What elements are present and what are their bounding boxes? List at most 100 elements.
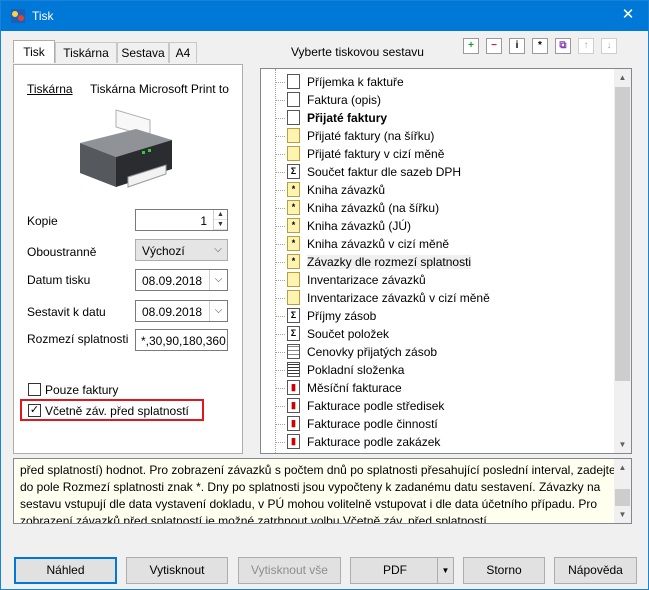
- report-yellow-icon: [287, 290, 300, 305]
- tab-a4[interactable]: A4: [169, 42, 197, 63]
- description-line: sestavu vstupují dle data vystavení dokl…: [20, 497, 598, 511]
- print-tab-panel: Tiskárna Tiskárna Microsoft Print to Kop…: [13, 64, 243, 454]
- report-label: Inventarizace závazků v cizí měně: [307, 291, 490, 305]
- dropdown-arrow-icon[interactable]: ▼: [437, 558, 453, 583]
- tree-connector: [275, 190, 285, 191]
- close-icon[interactable]: ✕: [608, 1, 648, 30]
- report-label: Přijaté faktury: [307, 111, 388, 125]
- copy-icon[interactable]: ⧉: [555, 38, 571, 54]
- report-sigma-icon: Σ: [287, 164, 300, 179]
- tree-connector: [275, 154, 285, 155]
- maturity-input[interactable]: *,30,90,180,360,*: [135, 329, 228, 351]
- report-date-label: Sestavit k datu: [27, 305, 106, 319]
- tree-connector: [275, 100, 285, 101]
- tree-connector: [275, 262, 285, 263]
- scroll-thumb[interactable]: [615, 87, 630, 381]
- report-chart-icon: ▮: [287, 416, 300, 431]
- description-scrollbar[interactable]: ▲ ▼: [614, 459, 631, 523]
- scroll-down-icon[interactable]: ▼: [614, 506, 631, 523]
- include-before-checkbox[interactable]: ✓: [28, 404, 41, 417]
- copies-value: 1: [200, 214, 207, 228]
- report-tree[interactable]: Příjemka k faktuře Faktura (opis) Přijaté …: [260, 68, 632, 454]
- report-label: Inventarizace závazků: [307, 273, 426, 287]
- only-invoices-checkbox[interactable]: [28, 383, 41, 396]
- remove-icon[interactable]: −: [486, 38, 502, 54]
- tree-connector: [275, 298, 285, 299]
- scroll-down-icon[interactable]: ▼: [614, 436, 631, 453]
- move-down-icon[interactable]: ↓: [601, 38, 617, 54]
- print-dialog: Tisk ✕ Tisk Tiskárna Sestava A4 Tiskárna…: [0, 0, 649, 590]
- tree-connector: [275, 280, 285, 281]
- chevron-down-icon: ⌵: [214, 244, 222, 255]
- report-plain-icon: [287, 110, 300, 125]
- tree-connector: [275, 208, 285, 209]
- spin-up-icon[interactable]: ▲: [214, 210, 227, 220]
- report-label: Kniha závazků (JÚ): [307, 219, 412, 233]
- tree-connector: [275, 406, 285, 407]
- print-all-button[interactable]: Vytisknout vše: [238, 557, 341, 584]
- duplex-value: Výchozí: [142, 244, 185, 258]
- copies-spin[interactable]: ▲ ▼: [213, 210, 227, 230]
- tree-connector: [275, 352, 285, 353]
- report-date-field[interactable]: 08.09.2018 ⌵: [135, 300, 228, 322]
- report-chart-icon: ▮: [287, 398, 300, 413]
- include-before-label: Včetně záv. před splatností: [45, 404, 189, 418]
- description-line: do pole Rozmezí splatnosti znak *. Dny p…: [20, 480, 601, 494]
- scroll-thumb[interactable]: [615, 489, 630, 506]
- tree-connector: [275, 334, 285, 335]
- report-sigma-icon: Σ: [287, 326, 300, 341]
- report-yellow-icon: [287, 272, 300, 287]
- tab-printer[interactable]: Tiskárna: [55, 42, 117, 63]
- duplex-label: Oboustranně: [27, 245, 97, 259]
- preview-button[interactable]: Náhled: [14, 557, 117, 584]
- report-label: Příjemka k faktuře: [307, 75, 404, 89]
- duplex-select[interactable]: Výchozí ⌵: [135, 239, 228, 261]
- printer-link[interactable]: Tiskárna: [27, 82, 73, 96]
- report-yellow-star-icon: *: [287, 182, 300, 197]
- copies-stepper[interactable]: 1 ▲ ▼: [135, 209, 228, 231]
- spin-down-icon[interactable]: ▼: [214, 220, 227, 230]
- report-yellow-star-icon: *: [287, 218, 300, 233]
- tab-print[interactable]: Tisk: [13, 40, 55, 63]
- tab-report[interactable]: Sestava: [117, 42, 169, 63]
- pdf-button[interactable]: PDF ▼: [350, 557, 454, 584]
- report-chart-icon: ▮: [287, 434, 300, 449]
- report-label: Fakturace podle středisek: [307, 399, 445, 413]
- calendar-dropdown-icon[interactable]: ⌵: [209, 270, 227, 290]
- report-label: Kniha závazků v cizí měně: [307, 237, 450, 251]
- report-grid-icon: [287, 344, 300, 359]
- copies-label: Kopie: [27, 214, 58, 228]
- print-date-field[interactable]: 08.09.2018 ⌵: [135, 269, 228, 291]
- help-button[interactable]: Nápověda: [554, 557, 637, 584]
- description-line: před splatností) hodnot. Pro zobrazení z…: [20, 463, 616, 477]
- report-label: Měsíční fakturace: [307, 381, 402, 395]
- report-label: Závazky dle rozmezí splatnosti: [307, 255, 472, 269]
- report-yellow-star-icon: *: [287, 254, 300, 269]
- tree-connector: [275, 172, 285, 173]
- only-invoices-label: Pouze faktury: [45, 383, 119, 397]
- scroll-up-icon[interactable]: ▲: [614, 459, 631, 476]
- report-yellow-icon: [287, 146, 300, 161]
- report-label: Kniha závazků (na šířku): [307, 201, 440, 215]
- printer-icon: [80, 109, 172, 188]
- calendar-dropdown-icon[interactable]: ⌵: [209, 301, 227, 321]
- window-title: Tisk: [32, 9, 54, 23]
- scroll-up-icon[interactable]: ▲: [614, 69, 631, 86]
- report-label: Kniha závazků: [307, 183, 386, 197]
- description-line: zobrazení závazků před splatností je mož…: [20, 514, 491, 524]
- app-icon: [11, 9, 25, 23]
- info-icon[interactable]: i: [509, 38, 525, 54]
- printer-name: Tiskárna Microsoft Print to: [90, 82, 229, 96]
- print-button[interactable]: Vytisknout: [126, 557, 228, 584]
- report-label: Součet položek: [307, 327, 390, 341]
- report-date-value: 08.09.2018: [142, 305, 203, 319]
- report-yellow-star-icon: *: [287, 200, 300, 215]
- tree-connector: [275, 442, 285, 443]
- maturity-value: *,30,90,180,360,*: [141, 334, 228, 348]
- cancel-button[interactable]: Storno: [463, 557, 545, 584]
- properties-icon[interactable]: *: [532, 38, 548, 54]
- tree-connector: [275, 388, 285, 389]
- move-up-icon[interactable]: ↑: [578, 38, 594, 54]
- add-icon[interactable]: +: [463, 38, 479, 54]
- tree-scrollbar[interactable]: ▲ ▼: [614, 69, 631, 453]
